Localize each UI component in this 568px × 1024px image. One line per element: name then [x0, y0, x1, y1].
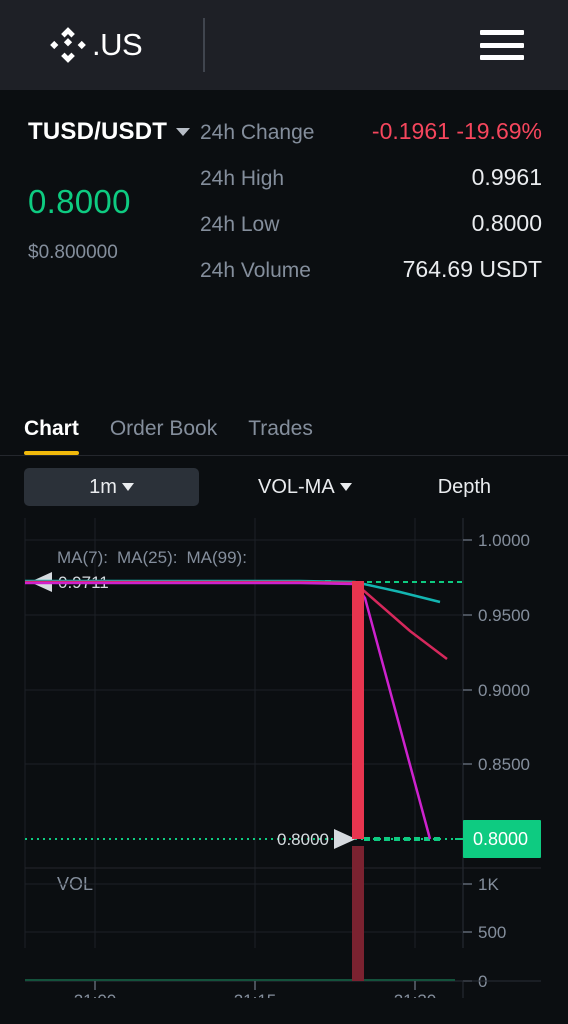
indicator-label: VOL-MA: [258, 476, 335, 499]
chevron-down-icon: [122, 483, 134, 491]
app-header: .US: [0, 0, 568, 90]
tab-chart[interactable]: Chart: [24, 417, 79, 455]
stat-row-high: 24h High 0.9961: [200, 164, 542, 191]
stat-label: 24h Low: [200, 213, 279, 237]
stat-value: 764.69 USDT: [403, 256, 542, 283]
fiat-price: $0.800000: [28, 242, 208, 264]
stat-label: 24h Volume: [200, 259, 311, 283]
volume-tick-label: 1K: [478, 875, 499, 894]
stat-value: 0.9961: [472, 164, 542, 191]
chevron-down-icon: [176, 128, 190, 136]
stat-value: 0.8000: [472, 210, 542, 237]
price-tick-label: 0.8500: [478, 755, 530, 774]
ma-legend-99: MA(99):: [186, 548, 246, 568]
time-tick-label: 21:30: [394, 991, 437, 998]
depth-label: Depth: [438, 476, 491, 499]
price-tick-label: 0.9000: [478, 681, 530, 700]
chart-tabs-bar: Chart Order Book Trades: [0, 400, 568, 456]
candle-down: [352, 581, 364, 839]
binance-diamond-icon: [46, 23, 90, 67]
tab-trades[interactable]: Trades: [248, 417, 313, 455]
ticker-stats: 24h Change -0.1961 -19.69% 24h High 0.99…: [200, 118, 542, 302]
ticker-panel: TUSD/USDT 0.8000 $0.800000 24h Change -0…: [0, 90, 568, 400]
pair-name: TUSD/USDT: [28, 118, 167, 146]
ma-legend-25: MA(25):: [117, 548, 177, 568]
time-tick-label: 21:15: [234, 991, 277, 998]
time-tick-label: 21:00: [74, 991, 117, 998]
ma99-line: [25, 583, 430, 839]
brand-label: .US: [92, 27, 142, 63]
volume-tick-label: 500: [478, 923, 506, 942]
price-tick-label: 1.0000: [478, 531, 530, 550]
ma25-line: [25, 582, 447, 659]
chart-svg: 1.0000 0.9500 0.9000 0.8500 0.9711 0.800…: [0, 518, 568, 998]
stat-value: -0.1961 -19.69%: [372, 118, 542, 145]
last-price: 0.8000: [28, 183, 208, 221]
pair-selector[interactable]: TUSD/USDT: [28, 118, 208, 146]
interval-label: 1m: [89, 476, 117, 499]
low-price-label: 0.8000: [277, 830, 329, 849]
brand-logo[interactable]: .US: [46, 0, 142, 90]
stat-row-volume: 24h Volume 764.69 USDT: [200, 256, 542, 283]
chart-controls: 1m VOL-MA Depth: [0, 456, 568, 518]
depth-button[interactable]: Depth: [438, 476, 491, 499]
tab-order-book[interactable]: Order Book: [110, 417, 217, 455]
interval-selector[interactable]: 1m: [24, 468, 199, 506]
volume-bar: [352, 846, 364, 981]
price-tick-label: 0.9500: [478, 606, 530, 625]
ma-legend: MA(7): MA(25): MA(99):: [57, 548, 247, 568]
time-axis: 21:00 21:15 21:30: [74, 981, 463, 998]
current-price-badge: 0.8000: [455, 820, 541, 858]
pair-column: TUSD/USDT 0.8000 $0.800000: [28, 118, 208, 264]
chart-canvas[interactable]: 1.0000 0.9500 0.9000 0.8500 0.9711 0.800…: [0, 518, 568, 998]
stat-label: 24h High: [200, 167, 284, 191]
hamburger-menu-icon[interactable]: [480, 30, 524, 60]
stat-row-low: 24h Low 0.8000: [200, 210, 542, 237]
indicator-selector[interactable]: VOL-MA: [258, 476, 352, 499]
header-divider: [203, 18, 205, 72]
current-price-label: 0.8000: [473, 829, 528, 849]
ma-legend-7: MA(7):: [57, 548, 108, 568]
chevron-down-icon: [340, 483, 352, 491]
volume-axis: 1K 500 0: [25, 875, 506, 991]
stat-label: 24h Change: [200, 121, 314, 145]
stat-row-change: 24h Change -0.1961 -19.69%: [200, 118, 542, 145]
